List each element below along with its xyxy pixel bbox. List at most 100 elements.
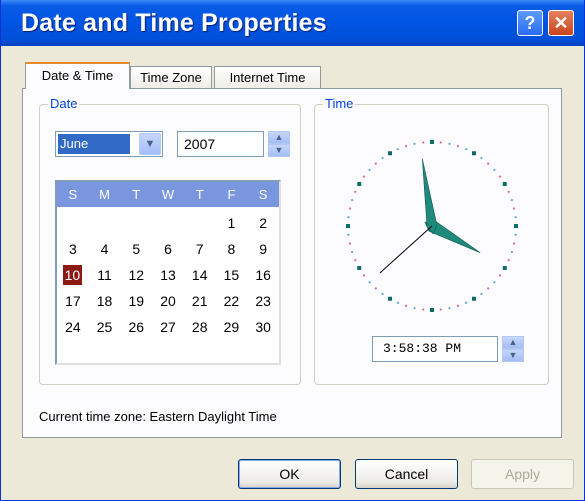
clock-minute-mark (448, 142, 451, 145)
calendar-day[interactable]: 8 (216, 236, 248, 262)
cancel-button[interactable]: Cancel (355, 459, 458, 489)
calendar-day[interactable]: 21 (184, 288, 216, 314)
calendar-day[interactable]: 30 (247, 314, 279, 340)
clock-minute-mark (381, 156, 384, 160)
calendar-day-header: F (227, 187, 236, 202)
spin-up-icon[interactable]: ▲ (268, 131, 290, 144)
calendar-day[interactable]: 1 (216, 210, 248, 236)
time-group: Time 3:58:38 PM ▲ ▼ (314, 96, 549, 385)
clock-minute-mark (498, 274, 502, 277)
calendar-day[interactable]: 3 (57, 236, 89, 262)
clock-minute-mark (413, 307, 416, 310)
calendar-day[interactable]: 7 (184, 236, 216, 262)
clock-minute-mark (439, 141, 442, 144)
calendar-empty-cell (120, 210, 152, 236)
calendar-day[interactable]: 20 (152, 288, 184, 314)
tab-time-zone[interactable]: Time Zone (130, 66, 212, 90)
clock-minute-mark (404, 145, 408, 148)
clock-minute-mark (439, 308, 442, 311)
clock-hour-mark (502, 182, 507, 186)
chevron-down-icon[interactable]: ▼ (139, 133, 161, 155)
tab-date-time[interactable]: Date & Time (25, 62, 130, 89)
calendar-days[interactable]: 1 2 3 4 5 6 7 8 9 10 11 12 13 14 15 16 17 18 19 20 21 22 23 24 2… (57, 210, 279, 340)
close-button[interactable]: ✕ (548, 10, 574, 36)
calendar-day[interactable]: 5 (120, 236, 152, 262)
calendar-day[interactable]: 14 (184, 262, 216, 288)
calendar-day-header: W (161, 187, 175, 202)
tab-panel: Date June ▼ 2007 ▲ ▼ SMTWTFS 1 2 3 4 5 6 7 8 9 10… (22, 88, 562, 438)
clock-hour-mark (388, 151, 392, 156)
calendar-day[interactable]: 17 (57, 288, 89, 314)
calendar-day-header: S (68, 187, 78, 202)
calendar-day[interactable]: 22 (216, 288, 248, 314)
clock-minute-mark (422, 308, 425, 311)
clock-minute-mark (510, 198, 513, 202)
calendar-day[interactable]: 27 (152, 314, 184, 340)
calendar-day[interactable]: 2 (247, 210, 279, 236)
clock-minute-hand (422, 158, 438, 235)
calendar-day[interactable]: 19 (120, 288, 152, 314)
calendar-day[interactable]: 29 (216, 314, 248, 340)
spin-down-icon[interactable]: ▼ (268, 144, 290, 157)
clock-minute-mark (368, 168, 371, 171)
calendar-day[interactable]: 18 (89, 288, 121, 314)
calendar-day[interactable]: 4 (89, 236, 121, 262)
clock-hour-mark (357, 182, 362, 186)
clock-minute-mark (498, 175, 502, 178)
calendar-day[interactable]: 12 (120, 262, 152, 288)
clock-hour-mark (388, 296, 392, 301)
apply-button[interactable]: Apply (471, 459, 574, 489)
calendar-day[interactable]: 15 (216, 262, 248, 288)
clock-minute-mark (514, 233, 517, 236)
clock-minute-mark (513, 242, 516, 245)
calendar-day[interactable]: 28 (184, 314, 216, 340)
clock-minute-mark (396, 148, 399, 151)
clock-minute-mark (480, 156, 483, 160)
clock-minute-mark (374, 287, 377, 290)
clock-minute-mark (351, 198, 354, 202)
clock-minute-mark (381, 292, 384, 296)
ok-button[interactable]: OK (238, 459, 341, 489)
current-time-zone-text: Current time zone: Eastern Daylight Time (39, 409, 277, 424)
clock-minute-mark (456, 145, 460, 148)
month-calendar[interactable]: SMTWTFS 1 2 3 4 5 6 7 8 9 10 11 12 13 14 15 16 17 18 19 20 2… (55, 180, 281, 365)
calendar-day[interactable]: 9 (247, 236, 279, 262)
time-field[interactable]: 3:58:38 PM (372, 336, 498, 362)
clock-hour-mark (472, 151, 476, 156)
calendar-day[interactable]: 6 (152, 236, 184, 262)
date-group: Date June ▼ 2007 ▲ ▼ SMTWTFS 1 2 3 4 5 6 7 8 9 10… (39, 96, 301, 385)
clock-minute-mark (347, 233, 350, 236)
calendar-day-headers: SMTWTFS (57, 182, 279, 207)
calendar-day[interactable]: 23 (247, 288, 279, 314)
calendar-day[interactable]: 25 (89, 314, 121, 340)
calendar-day[interactable]: 16 (247, 262, 279, 288)
spin-down-icon[interactable]: ▼ (502, 349, 524, 362)
spin-up-icon[interactable]: ▲ (502, 336, 524, 349)
clock-minute-mark (413, 142, 416, 145)
calendar-day[interactable]: 13 (152, 262, 184, 288)
title-bar[interactable]: Date and Time Properties ? ✕ (1, 0, 584, 46)
year-spinner[interactable]: ▲ ▼ (268, 131, 290, 157)
clock-minute-mark (510, 250, 513, 254)
clock-minute-mark (422, 141, 425, 144)
clock-minute-mark (465, 301, 468, 304)
calendar-empty-cell (57, 210, 89, 236)
calendar-day[interactable]: 11 (89, 262, 121, 288)
calendar-day[interactable]: 26 (120, 314, 152, 340)
date-time-properties-window: Date and Time Properties ? ✕ Date & Time… (0, 0, 585, 501)
tab-internet-time[interactable]: Internet Time (214, 66, 321, 90)
month-select[interactable]: June ▼ (55, 131, 163, 157)
calendar-day[interactable]: 24 (57, 314, 89, 340)
clock-hour-mark (357, 266, 362, 270)
date-group-label: Date (48, 96, 80, 111)
year-field[interactable]: 2007 (177, 131, 264, 157)
time-spinner[interactable]: ▲ ▼ (502, 336, 524, 362)
clock-minute-mark (347, 216, 350, 219)
clock-minute-mark (368, 281, 371, 284)
clock-minute-mark (354, 259, 357, 262)
clock-hour-mark (472, 296, 476, 301)
help-button[interactable]: ? (517, 10, 543, 36)
calendar-day-header: M (99, 187, 110, 202)
calendar-day-selected[interactable]: 10 (63, 265, 82, 285)
clock-second-hand (379, 225, 433, 274)
